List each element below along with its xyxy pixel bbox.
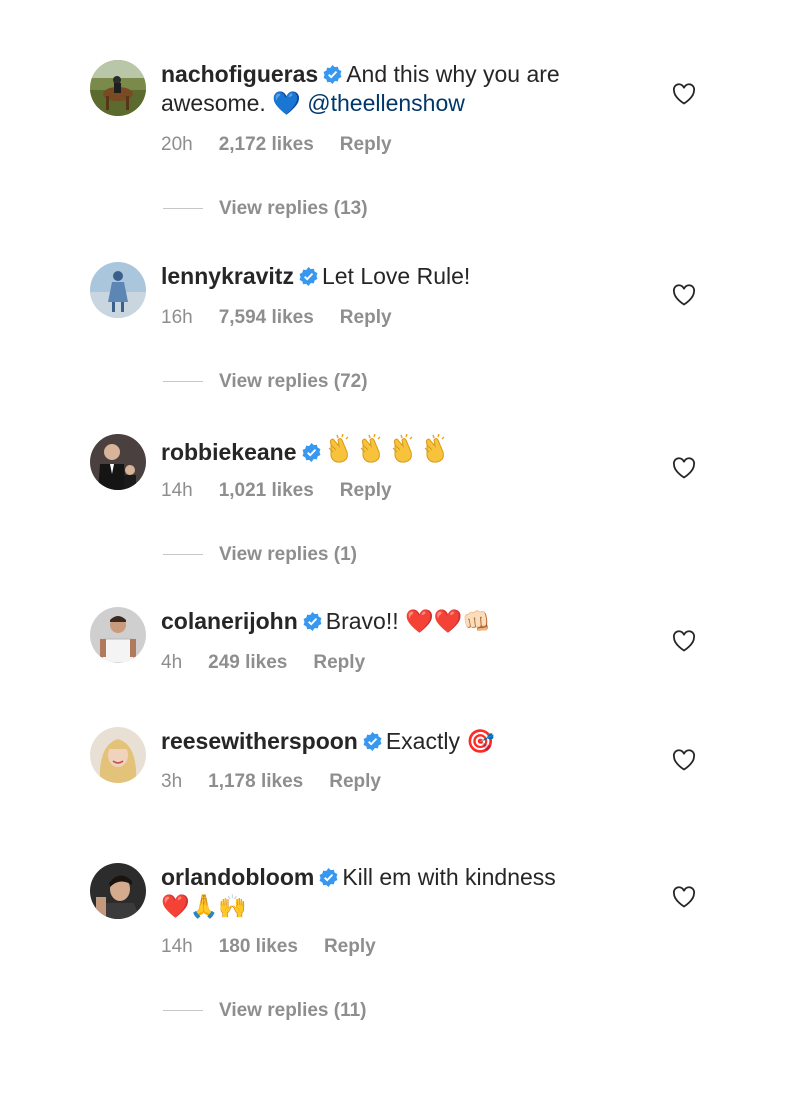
- username[interactable]: lennykravitz: [161, 263, 294, 289]
- username[interactable]: colanerijohn: [161, 608, 298, 634]
- username[interactable]: nachofigueras: [161, 61, 318, 87]
- clapping-hands-icon: [392, 434, 412, 463]
- timestamp: 3h: [161, 771, 183, 792]
- username[interactable]: orlandobloom: [161, 864, 314, 890]
- comment-body: nachofigueras And this why you are awesom…: [161, 60, 641, 119]
- target-emoji: 🎯: [466, 729, 496, 755]
- view-replies-label: View replies (1): [219, 544, 357, 565]
- view-replies-button[interactable]: View replies (11): [163, 1000, 367, 1022]
- comment-text: And this why you are: [346, 61, 560, 87]
- comment-text: Let Love Rule!: [321, 263, 471, 289]
- like-heart-icon[interactable]: [672, 630, 696, 652]
- view-replies-button[interactable]: View replies (13): [163, 198, 368, 220]
- heart-pray-raise-emoji: ❤️🙏🙌: [161, 894, 247, 920]
- comment-text-line2: awesome.: [161, 90, 266, 116]
- likes-count[interactable]: 1,021 likes: [219, 480, 314, 501]
- verified-badge-icon: [303, 612, 322, 631]
- like-heart-icon[interactable]: [672, 83, 696, 105]
- likes-count[interactable]: 2,172 likes: [219, 134, 314, 155]
- view-replies-label: View replies (72): [219, 371, 368, 392]
- like-heart-icon[interactable]: [672, 457, 696, 479]
- blue-heart-emoji: 💙: [272, 91, 301, 117]
- avatar[interactable]: [90, 863, 146, 919]
- view-replies-button[interactable]: View replies (1): [163, 544, 357, 566]
- comment-text: Exactly: [385, 728, 460, 754]
- comment-meta: 14h 1,021 likes Reply: [161, 480, 418, 502]
- avatar[interactable]: [90, 727, 146, 783]
- clapping-hands-icon: [360, 434, 380, 463]
- reply-button[interactable]: Reply: [340, 134, 392, 155]
- comment-text: Bravo!!: [325, 608, 399, 634]
- verified-badge-icon: [302, 443, 321, 462]
- avatar[interactable]: [90, 60, 146, 116]
- verified-badge-icon: [319, 868, 338, 887]
- comment-body: orlandobloom Kill em with kindness ❤️🙏🙌: [161, 863, 641, 922]
- clapping-hands-icon: [328, 434, 348, 463]
- like-heart-icon[interactable]: [672, 886, 696, 908]
- comment-meta: 16h 7,594 likes Reply: [161, 307, 418, 329]
- reply-button[interactable]: Reply: [313, 652, 365, 673]
- comment-meta: 20h 2,172 likes Reply: [161, 134, 418, 156]
- reply-button[interactable]: Reply: [340, 480, 392, 501]
- view-replies-label: View replies (11): [219, 1000, 367, 1021]
- comment-text: Kill em with kindness: [342, 864, 556, 890]
- view-replies-label: View replies (13): [219, 198, 368, 219]
- replies-divider: [163, 554, 203, 556]
- timestamp: 20h: [161, 134, 193, 155]
- timestamp: 16h: [161, 307, 193, 328]
- replies-divider: [163, 1010, 203, 1012]
- avatar[interactable]: [90, 607, 146, 663]
- clapping-hands-emojis: [325, 434, 453, 465]
- comment-body: robbiekeane: [161, 434, 641, 467]
- reply-button[interactable]: Reply: [340, 307, 392, 328]
- verified-badge-icon: [363, 732, 382, 751]
- timestamp: 14h: [161, 936, 193, 957]
- comment-body: colanerijohn Bravo!! ❤️❤️👊🏻: [161, 607, 641, 637]
- like-heart-icon[interactable]: [672, 284, 696, 306]
- reply-button[interactable]: Reply: [324, 936, 376, 957]
- view-replies-button[interactable]: View replies (72): [163, 371, 368, 393]
- timestamp: 4h: [161, 652, 183, 673]
- likes-count[interactable]: 180 likes: [219, 936, 298, 957]
- verified-badge-icon: [299, 267, 318, 286]
- username[interactable]: reesewitherspoon: [161, 728, 358, 754]
- hearts-fist-emoji: ❤️❤️👊🏻: [405, 609, 491, 635]
- username[interactable]: robbiekeane: [161, 439, 297, 465]
- likes-count[interactable]: 1,178 likes: [208, 771, 303, 792]
- likes-count[interactable]: 7,594 likes: [219, 307, 314, 328]
- comment-body: reesewitherspoon Exactly 🎯: [161, 727, 641, 757]
- reply-button[interactable]: Reply: [329, 771, 381, 792]
- comment-meta: 3h 1,178 likes Reply: [161, 771, 407, 793]
- avatar[interactable]: [90, 262, 146, 318]
- mention-link[interactable]: @theellenshow: [307, 90, 465, 116]
- like-heart-icon[interactable]: [672, 749, 696, 771]
- replies-divider: [163, 381, 203, 383]
- avatar[interactable]: [90, 434, 146, 490]
- replies-divider: [163, 208, 203, 210]
- comment-meta: 4h 249 likes Reply: [161, 652, 391, 674]
- timestamp: 14h: [161, 480, 193, 501]
- clapping-hands-icon: [424, 434, 444, 463]
- comment-meta: 14h 180 likes Reply: [161, 936, 402, 958]
- verified-badge-icon: [323, 65, 342, 84]
- likes-count[interactable]: 249 likes: [208, 652, 287, 673]
- comment-body: lennykravitz Let Love Rule!: [161, 262, 641, 291]
